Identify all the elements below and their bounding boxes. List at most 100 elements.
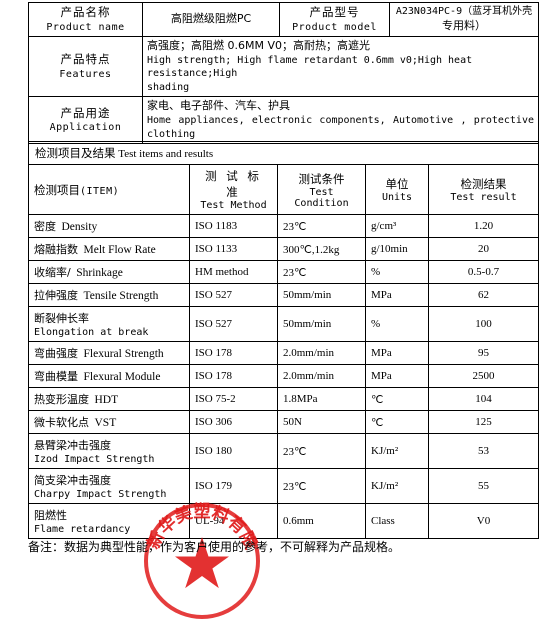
cell-test-result: 1.20 (427, 214, 540, 238)
test-results-table: 检测项目及结果 Test items and results 检测项目(ITEM… (27, 141, 540, 539)
cell-item-cn: 熔融指数 (34, 243, 78, 256)
cell-test-condition: 50N (277, 410, 366, 434)
label-product-name-en: Product name (46, 21, 125, 33)
cell-item: 简支梁冲击强度 Charpy Impact Strength (28, 468, 190, 504)
cell-test-condition: 0.6mm (277, 503, 366, 539)
cell-item-cn: 弯曲强度 (34, 347, 78, 360)
cell-test-method: ISO 527 (189, 306, 278, 342)
column-header-result-cn: 检测结果 (460, 177, 507, 191)
table-row: 热变形温度 HDT ISO 75-2 1.8MPa ℃ 104 (28, 387, 540, 411)
cell-item-en: Melt Flow Rate (83, 244, 156, 256)
section-header-cell: 检测项目及结果 Test items and results (27, 141, 540, 165)
cell-test-result: 20 (427, 237, 540, 261)
table-row: 悬臂梁冲击强度 Izod Impact Strength ISO 180 23℃ KJ/… (28, 433, 540, 469)
label-features-en: Features (59, 68, 112, 80)
column-header-method-en: Test Method (200, 200, 267, 211)
cell-test-condition: 1.8MPa (277, 387, 366, 411)
datasheet-page: 产品名称 Product name 高阻燃级阻燃PC 产品型号 Product … (0, 0, 548, 619)
table-row: 微卡软化点 VST ISO 306 50N ℃ 125 (28, 410, 540, 434)
table-row-section-header: 检测项目及结果 Test items and results (27, 141, 540, 165)
label-product-model-cn: 产品型号 (309, 5, 360, 19)
product-info-table: 产品名称 Product name 高阻燃级阻燃PC 产品型号 Product … (28, 1, 539, 145)
column-header-method-cn: 测 试 标 准 (205, 169, 262, 199)
cell-item: 密度 Density (28, 214, 190, 238)
cell-test-method: ISO 75-2 (189, 387, 278, 411)
cell-test-result: 55 (427, 468, 540, 504)
footer-note: 备注：数据为典型性能，作为客户使用的参考，不可解释为产品规格。 (28, 540, 401, 554)
cell-test-result: 100 (427, 306, 540, 342)
table-row: 熔融指数 Melt Flow Rate ISO 1133 300℃,1.2kg g/1… (28, 237, 540, 261)
table-row: 弯曲模量 Flexural Module ISO 178 2.0mm/min MPa 2… (28, 364, 540, 388)
column-header-units-en: Units (381, 192, 413, 203)
cell-units: % (365, 306, 429, 342)
value-product-model-line1: A23N034PC-9（蓝牙耳机外壳 (395, 6, 533, 18)
label-features: 产品特点 Features (28, 36, 143, 98)
value-features-cn: 高强度；高阻燃 0.6MM V0；高耐热；高遮光 (147, 39, 370, 53)
cell-item-cn: 弯曲模量 (34, 370, 78, 383)
cell-test-condition: 50mm/min (277, 283, 366, 307)
cell-item-en: Flexural Module (83, 371, 161, 383)
label-product-name-cn: 产品名称 (60, 5, 111, 19)
table-row: 弯曲强度 Flexural Strength ISO 178 2.0mm/min MP… (28, 341, 540, 365)
cell-test-result: 95 (427, 341, 540, 365)
label-application-en: Application (49, 122, 122, 134)
value-product-model: A23N034PC-9（蓝牙耳机外壳 专用料） (389, 1, 539, 38)
label-application-cn: 产品用途 (60, 105, 111, 120)
cell-test-condition: 23℃ (277, 260, 366, 284)
label-product-model-en: Product model (292, 21, 377, 33)
cell-item-cn: 阻燃性 (34, 509, 67, 522)
column-header-item-en: (ITEM) (80, 185, 120, 197)
column-header-units-cn: 单位 (385, 177, 409, 191)
label-features-cn: 产品特点 (60, 52, 111, 67)
value-features: 高强度；高阻燃 0.6MM V0；高耐热；高遮光 High strength; … (142, 36, 539, 98)
cell-units: MPa (365, 341, 429, 365)
cell-test-method: ISO 1133 (189, 237, 278, 261)
section-title-en: Test items and results (118, 148, 214, 160)
column-header-result-en: Test result (450, 192, 517, 203)
cell-item-en: Flexural Strength (83, 348, 164, 360)
cell-test-method: ISO 1183 (189, 214, 278, 238)
cell-units: % (365, 260, 429, 284)
table-row-product-name: 产品名称 Product name 高阻燃级阻燃PC 产品型号 Product … (28, 1, 539, 38)
cell-item-cn: 简支梁冲击强度 (34, 474, 111, 487)
cell-test-method: ISO 306 (189, 410, 278, 434)
cell-test-condition: 50mm/min (277, 306, 366, 342)
cell-item-cn: 悬臂梁冲击强度 (34, 439, 111, 452)
cell-item-cn: 断裂伸长率 (34, 312, 89, 325)
table-row: 收缩率/ Shrinkage HM method 23℃% 0.5-0.7 (28, 260, 540, 284)
column-header-units: 单位 Units (365, 164, 429, 215)
cell-item-cn: 密度 (34, 220, 56, 233)
cell-test-condition: 23℃ (277, 433, 366, 469)
cell-item: 收缩率/ Shrinkage (28, 260, 190, 284)
cell-item-cn: 收缩率/ (34, 266, 71, 279)
cell-item: 悬臂梁冲击强度 Izod Impact Strength (28, 433, 190, 469)
column-header-result: 检测结果 Test result (427, 164, 540, 215)
cell-units: MPa (365, 364, 429, 388)
cell-item: 微卡软化点 VST (28, 410, 190, 434)
cell-item-cn: 热变形温度 (34, 393, 89, 406)
cell-test-condition: 2.0mm/min (277, 364, 366, 388)
cell-units: Class (365, 503, 429, 539)
cell-item-cn: 拉伸强度 (34, 289, 78, 302)
cell-units: KJ/m² (365, 433, 429, 469)
cell-item: 断裂伸长率 Elongation at break (28, 306, 190, 342)
cell-item: 弯曲模量 Flexural Module (28, 364, 190, 388)
cell-item-en: Izod Impact Strength (34, 454, 155, 465)
cell-test-method: ISO 179 (189, 468, 278, 504)
cell-units: ℃ (365, 410, 429, 434)
cell-test-method: HM method (189, 260, 278, 284)
cell-units: g/cm³ (365, 214, 429, 238)
column-header-condition: 测试条件 Test Condition (277, 164, 366, 215)
cell-test-method: ISO 178 (189, 364, 278, 388)
cell-units: ℃ (365, 387, 429, 411)
cell-test-result: 62 (427, 283, 540, 307)
label-product-name: 产品名称 Product name (28, 1, 143, 38)
table-row: 简支梁冲击强度 Charpy Impact Strength ISO 179 23℃ K… (28, 468, 540, 504)
cell-test-method: UL-94 (189, 503, 278, 539)
value-application-cn: 家电、电子部件、汽车、护具 (147, 99, 290, 113)
cell-item: 阻燃性 Flame retardancy (28, 503, 190, 539)
cell-test-method: ISO 527 (189, 283, 278, 307)
cell-test-result: 125 (427, 410, 540, 434)
value-product-model-line2: 专用料） (442, 18, 486, 32)
value-product-name-text: 高阻燃级阻燃PC (170, 12, 252, 26)
